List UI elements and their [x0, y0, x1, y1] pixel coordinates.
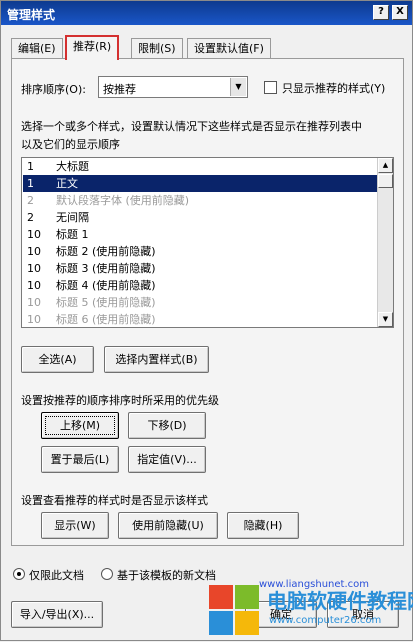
list-scrollbar[interactable]: ▲ ▼: [377, 158, 393, 327]
style-name: 无间隔: [56, 211, 89, 224]
style-name: 标题 1: [56, 228, 89, 241]
style-priority: 10: [27, 296, 41, 309]
chevron-down-icon[interactable]: ▼: [230, 78, 246, 96]
list-item[interactable]: 10 标题 5 (使用前隐藏): [23, 294, 379, 311]
select-all-button[interactable]: 全选(A): [21, 346, 94, 373]
list-item[interactable]: 10 标题 6 (使用前隐藏): [23, 311, 379, 327]
list-item[interactable]: 1 正文: [23, 175, 379, 192]
tab-set-defaults[interactable]: 设置默认值(F): [187, 38, 271, 59]
style-priority: 10: [27, 245, 41, 258]
style-name: 大标题: [56, 160, 89, 173]
style-priority: 10: [27, 313, 41, 326]
priority-heading: 设置按推荐的顺序排序时所采用的优先级: [21, 394, 219, 407]
list-item[interactable]: 2 默认段落字体 (使用前隐藏): [23, 192, 379, 209]
manage-styles-dialog: 管理样式 ? X 编辑(E) 推荐(R) 限制(S) 设置默认值(F) 排序顺序…: [0, 0, 413, 641]
list-item[interactable]: 2 无间隔: [23, 209, 379, 226]
tab-restrict[interactable]: 限制(S): [131, 38, 183, 59]
sort-order-value: 按推荐: [103, 83, 136, 96]
style-name: 标题 3 (使用前隐藏): [56, 262, 156, 275]
list-item[interactable]: 10 标题 4 (使用前隐藏): [23, 277, 379, 294]
style-name: 标题 5 (使用前隐藏): [56, 296, 156, 309]
list-item[interactable]: 10 标题 1: [23, 226, 379, 243]
sort-order-select[interactable]: 按推荐 ▼: [98, 76, 248, 98]
move-up-button[interactable]: 上移(M): [41, 412, 119, 439]
list-item[interactable]: 1 大标题: [23, 158, 379, 175]
list-item[interactable]: 10 标题 2 (使用前隐藏): [23, 243, 379, 260]
style-priority: 2: [27, 194, 34, 207]
show-only-recommended-label: 只显示推荐的样式(Y): [282, 82, 386, 95]
scroll-thumb[interactable]: [378, 174, 393, 188]
tab-recommend[interactable]: 推荐(R): [65, 35, 120, 60]
style-name: 标题 2 (使用前隐藏): [56, 245, 156, 258]
assign-value-button[interactable]: 指定值(V)...: [128, 446, 206, 473]
select-builtin-button[interactable]: 选择内置样式(B): [104, 346, 209, 373]
style-priority: 1: [27, 160, 34, 173]
watermark-url: www.computer26.com: [269, 615, 382, 626]
hide-until-used-button[interactable]: 使用前隐藏(U): [118, 512, 218, 539]
style-name: 标题 6 (使用前隐藏): [56, 313, 156, 326]
style-name: 标题 4 (使用前隐藏): [56, 279, 156, 292]
show-button[interactable]: 显示(W): [41, 512, 109, 539]
instruction-line-2: 以及它们的显示顺序: [21, 138, 120, 151]
move-last-button[interactable]: 置于最后(L): [41, 446, 119, 473]
hide-button[interactable]: 隐藏(H): [227, 512, 299, 539]
this-document-label: 仅限此文档: [29, 569, 84, 582]
show-only-recommended-checkbox[interactable]: [264, 81, 277, 94]
style-priority: 1: [27, 177, 34, 190]
site-watermark: www.liangshunet.com 电脑软硬件教程网 www.compute…: [209, 579, 413, 642]
tab-edit[interactable]: 编辑(E): [11, 38, 63, 59]
this-document-radio[interactable]: [13, 568, 25, 580]
style-name: 正文: [56, 177, 78, 190]
new-documents-radio[interactable]: [101, 568, 113, 580]
scroll-up-icon[interactable]: ▲: [378, 158, 393, 173]
list-item[interactable]: 10 标题 3 (使用前隐藏): [23, 260, 379, 277]
import-export-button[interactable]: 导入/导出(X)...: [11, 601, 103, 628]
visibility-heading: 设置查看推荐的样式时是否显示该样式: [21, 494, 208, 507]
dialog-title: 管理样式: [7, 8, 56, 22]
style-priority: 10: [27, 279, 41, 292]
style-priority: 10: [27, 228, 41, 241]
styles-listbox[interactable]: 1 大标题 1 正文 2 默认段落字体 (使用前隐藏) 2 无间隔 10 标题 …: [21, 157, 394, 328]
title-bar: 管理样式 ? X: [1, 1, 412, 25]
watermark-brand: 电脑软硬件教程网: [267, 589, 413, 613]
new-documents-label: 基于该模板的新文档: [117, 569, 216, 582]
sort-order-label: 排序顺序(O):: [21, 83, 86, 96]
style-priority: 10: [27, 262, 41, 275]
move-down-button[interactable]: 下移(D): [128, 412, 206, 439]
style-name: 默认段落字体 (使用前隐藏): [56, 194, 190, 207]
scroll-down-icon[interactable]: ▼: [378, 312, 393, 327]
close-button[interactable]: X: [392, 5, 408, 20]
help-button[interactable]: ?: [373, 5, 389, 20]
style-priority: 2: [27, 211, 34, 224]
windows-logo-icon: [209, 585, 261, 637]
instruction-line-1: 选择一个或多个样式，设置默认情况下这些样式是否显示在推荐列表中: [21, 120, 362, 133]
